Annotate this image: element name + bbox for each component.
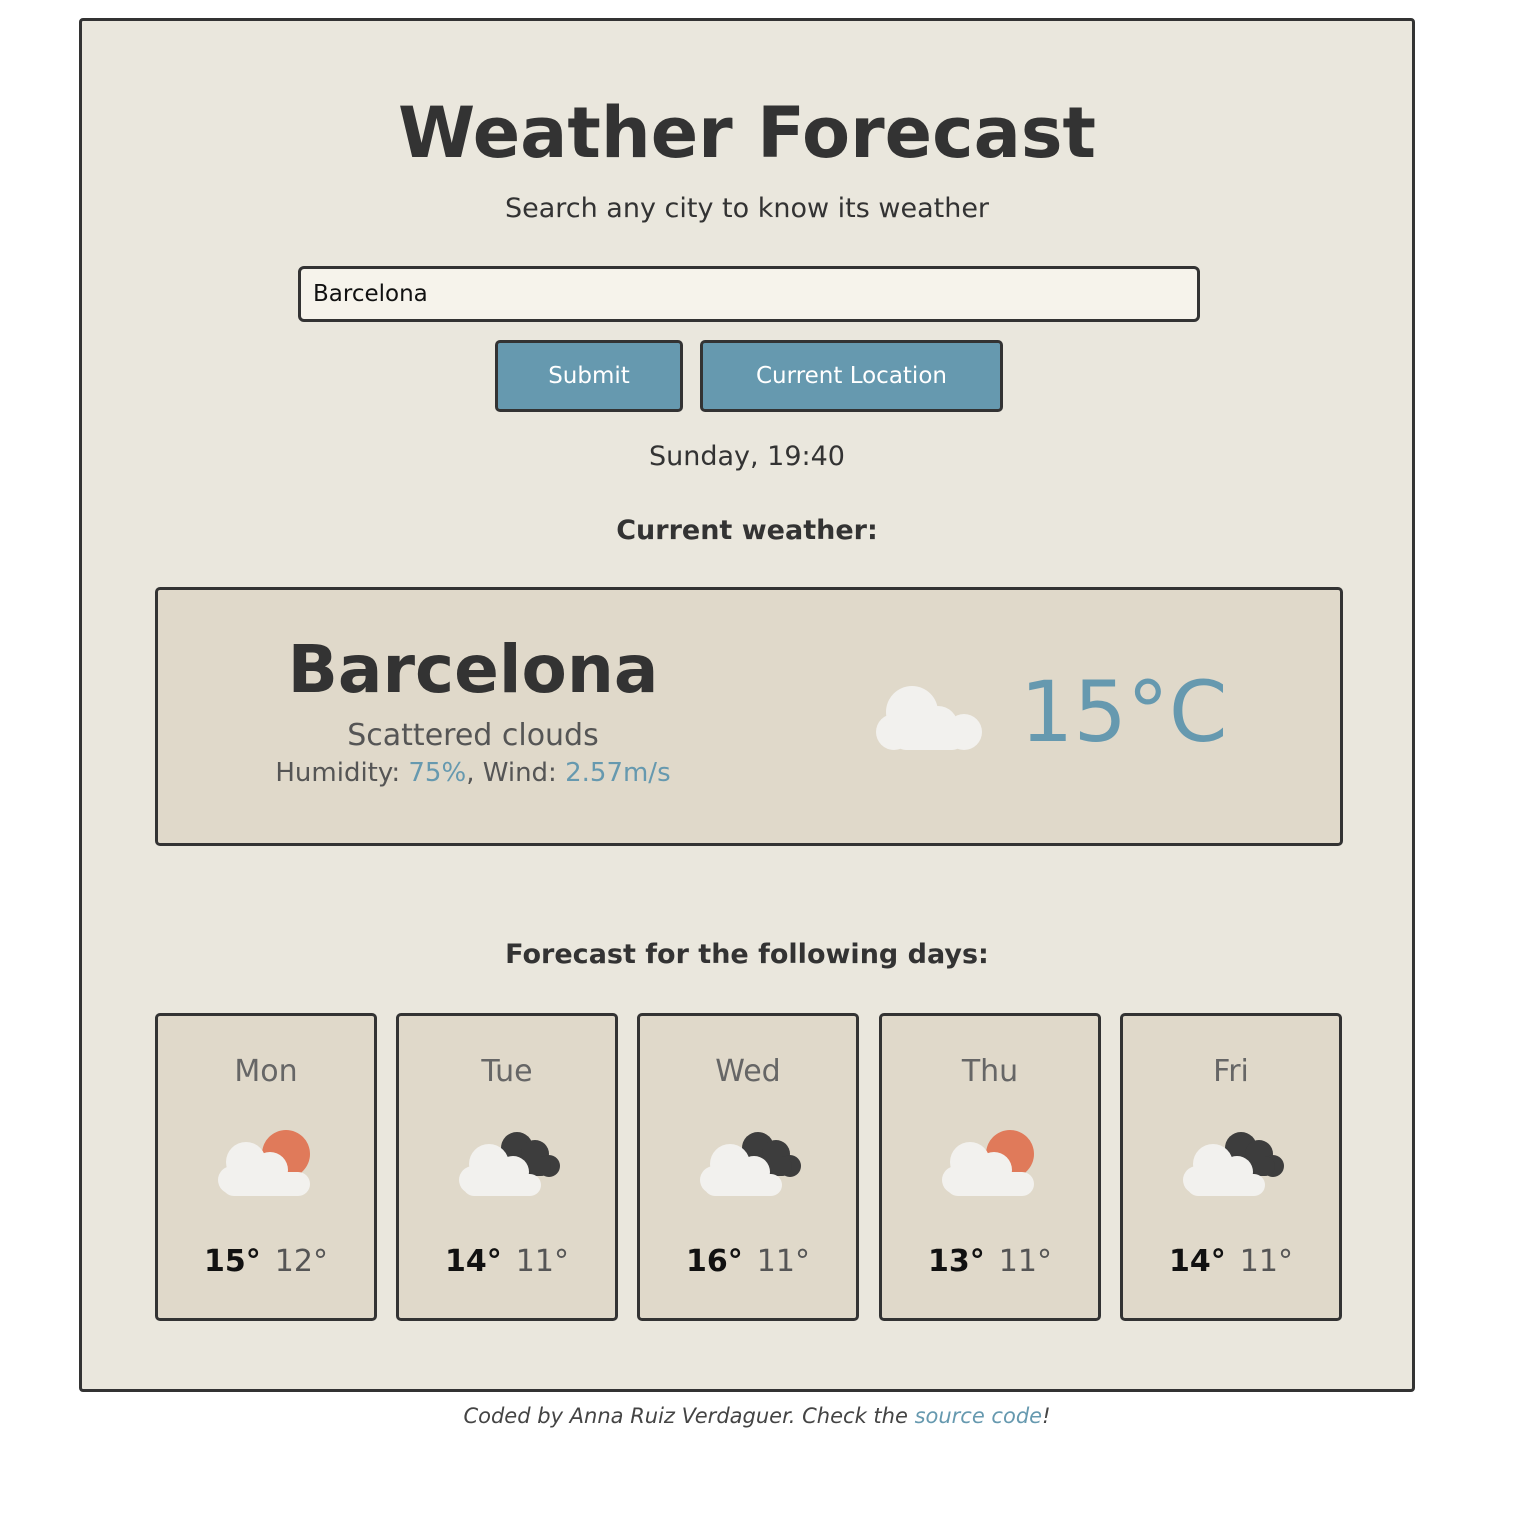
current-weather-card: Barcelona Scattered clouds Humidity: 75%… bbox=[155, 587, 1343, 846]
cloud-sun-icon bbox=[942, 1130, 1034, 1196]
city-name: Barcelona bbox=[287, 631, 659, 708]
cloud-sun-icon bbox=[218, 1130, 310, 1196]
forecast-max-temp: 14° bbox=[445, 1244, 502, 1279]
forecast-min-temp: 11° bbox=[515, 1244, 569, 1279]
forecast-temps: 14° 11° bbox=[399, 1244, 615, 1279]
city-search-input[interactable] bbox=[298, 266, 1200, 322]
forecast-day: Tue bbox=[481, 1054, 533, 1089]
footer-suffix: ! bbox=[1042, 1404, 1051, 1428]
current-weather-heading: Current weather: bbox=[616, 515, 878, 546]
current-location-button[interactable]: Current Location bbox=[700, 340, 1003, 412]
forecast-max-temp: 15° bbox=[204, 1244, 261, 1279]
wind-value: 2.57m/s bbox=[565, 758, 671, 788]
forecast-min-temp: 11° bbox=[998, 1244, 1052, 1279]
forecast-max-temp: 16° bbox=[686, 1244, 743, 1279]
source-code-link[interactable]: source code bbox=[915, 1404, 1043, 1428]
broken-clouds-icon bbox=[1183, 1132, 1284, 1196]
footer-prefix: Coded by Anna Ruiz Verdaguer. Check the bbox=[463, 1404, 915, 1428]
forecast-temps: 14° 11° bbox=[1123, 1244, 1339, 1279]
forecast-max-temp: 14° bbox=[1169, 1244, 1226, 1279]
footer-credit: Coded by Anna Ruiz Verdaguer. Check the … bbox=[0, 1404, 1514, 1428]
forecast-card-wed: Wed 16° 11° bbox=[637, 1013, 859, 1321]
humidity-value: 75% bbox=[408, 758, 467, 788]
forecast-card-thu: Thu 13° 11° bbox=[879, 1013, 1101, 1321]
wind-label: , Wind: bbox=[466, 758, 566, 788]
broken-clouds-icon bbox=[700, 1132, 801, 1196]
broken-clouds-icon bbox=[459, 1132, 560, 1196]
forecast-card-fri: Fri 14° 11° bbox=[1120, 1013, 1342, 1321]
forecast-day: Wed bbox=[715, 1054, 781, 1089]
forecast-day: Fri bbox=[1213, 1054, 1249, 1089]
forecast-day: Thu bbox=[961, 1054, 1019, 1089]
weather-description: Scattered clouds bbox=[347, 718, 599, 753]
forecast-max-temp: 13° bbox=[928, 1244, 985, 1279]
current-temperature: 15°C bbox=[1020, 663, 1228, 761]
humidity-label: Humidity: bbox=[275, 758, 409, 788]
forecast-temps: 13° 11° bbox=[882, 1244, 1098, 1279]
forecast-temps: 15° 12° bbox=[158, 1244, 374, 1279]
forecast-min-temp: 11° bbox=[756, 1244, 810, 1279]
page-subtitle: Search any city to know its weather bbox=[504, 193, 990, 224]
page-title: Weather Forecast bbox=[397, 92, 1097, 174]
cloud-icon bbox=[876, 686, 982, 750]
forecast-day: Mon bbox=[234, 1054, 298, 1089]
weather-app-container: Weather Forecast Search any city to know… bbox=[79, 18, 1415, 1392]
weather-stats: Humidity: 75%, Wind: 2.57m/s bbox=[218, 758, 728, 788]
forecast-card-mon: Mon 15° 12° bbox=[155, 1013, 377, 1321]
submit-button[interactable]: Submit bbox=[495, 340, 683, 412]
forecast-heading: Forecast for the following days: bbox=[505, 939, 989, 970]
forecast-min-temp: 11° bbox=[1239, 1244, 1293, 1279]
date-time: Sunday, 19:40 bbox=[648, 441, 845, 472]
forecast-card-tue: Tue 14° 11° bbox=[396, 1013, 618, 1321]
forecast-temps: 16° 11° bbox=[640, 1244, 856, 1279]
forecast-min-temp: 12° bbox=[274, 1244, 328, 1279]
